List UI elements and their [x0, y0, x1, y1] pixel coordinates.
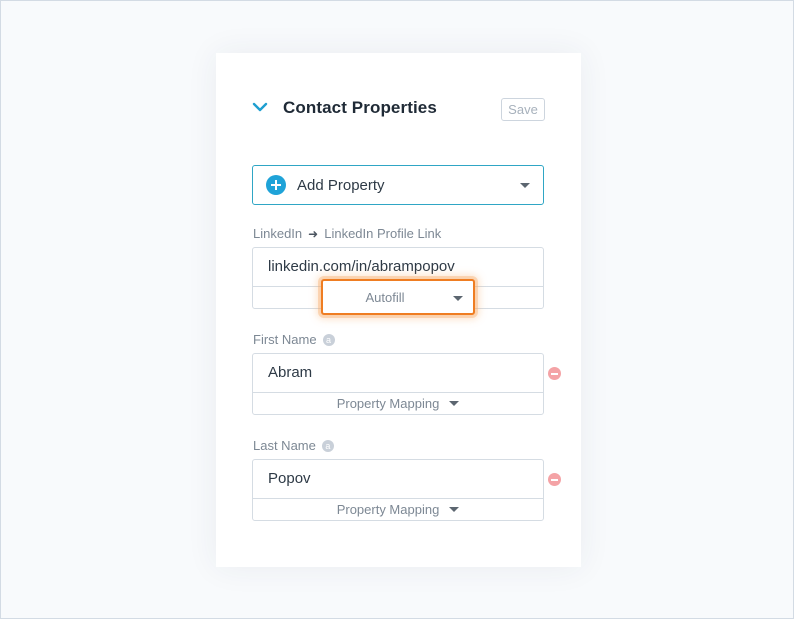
first-name-label: First Name a [253, 332, 335, 347]
last-name-label: Last Name a [253, 438, 334, 453]
first-name-input[interactable]: Abram [268, 364, 312, 381]
first-name-property-mapping-dropdown[interactable]: Property Mapping [253, 393, 543, 414]
save-button[interactable]: Save [501, 98, 545, 121]
caret-down-icon [453, 296, 463, 301]
arrow-right-icon: ➜ [308, 227, 319, 241]
autofill-label: Autofill [365, 290, 405, 305]
attribute-badge-icon: a [322, 334, 335, 346]
contact-properties-panel: Contact Properties Save Add Property Lin… [216, 53, 581, 567]
remove-first-name-icon[interactable] [548, 367, 561, 380]
add-property-label: Add Property [297, 177, 385, 194]
autofill-dropdown[interactable]: Autofill [321, 279, 475, 315]
attribute-badge-icon: a [321, 440, 334, 452]
first-name-field: Abram Property Mapping [252, 353, 544, 415]
chevron-down-icon[interactable] [252, 101, 268, 113]
caret-down-icon [449, 401, 460, 406]
last-name-label-text: Last Name [253, 438, 316, 453]
first-name-label-text: First Name [253, 332, 317, 347]
plus-circle-icon [266, 175, 286, 195]
caret-down-icon [520, 183, 530, 188]
property-mapping-label: Property Mapping [336, 502, 440, 517]
caret-down-icon [449, 507, 460, 512]
linkedin-field-label: LinkedIn ➜ LinkedIn Profile Link [253, 226, 441, 241]
remove-last-name-icon[interactable] [548, 473, 561, 486]
last-name-field: Popov Property Mapping [252, 459, 544, 521]
add-property-dropdown[interactable]: Add Property [252, 165, 544, 205]
panel-title: Contact Properties [283, 98, 437, 117]
last-name-property-mapping-dropdown[interactable]: Property Mapping [253, 499, 543, 520]
property-mapping-label: Property Mapping [336, 396, 440, 411]
linkedin-value-input[interactable]: linkedin.com/in/abrampopov [268, 258, 455, 275]
target-label: LinkedIn Profile Link [324, 226, 442, 241]
last-name-input[interactable]: Popov [268, 470, 311, 487]
source-label: LinkedIn [253, 226, 303, 241]
